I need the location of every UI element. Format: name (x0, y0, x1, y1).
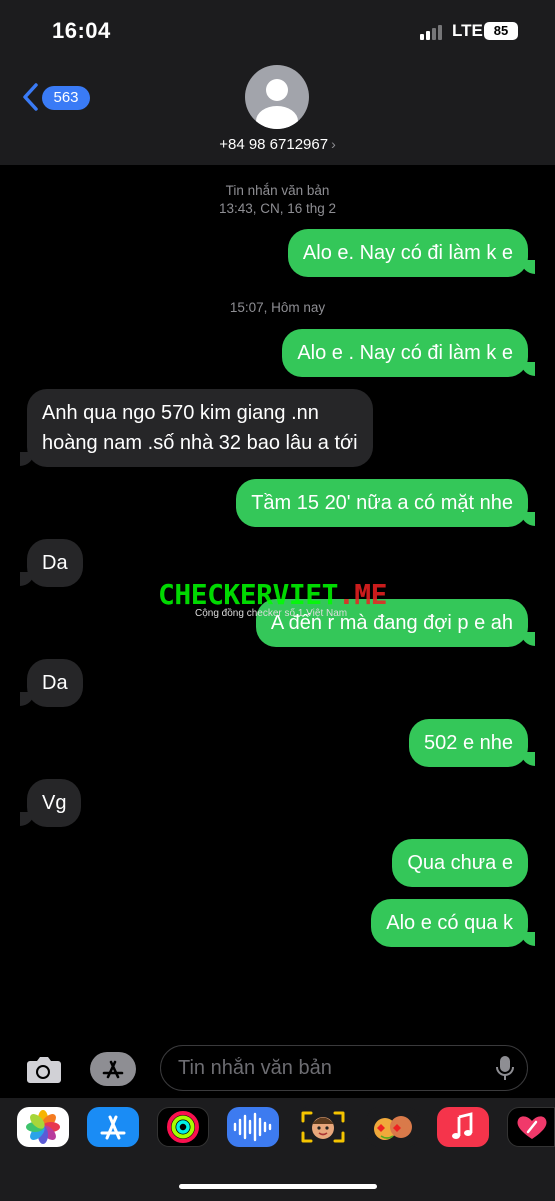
microphone-icon[interactable] (494, 1054, 516, 1082)
outgoing-message[interactable]: Alo e. Nay có đi làm k e (287, 229, 528, 277)
contact-number: +84 98 6712967 (219, 136, 329, 153)
timestamp-label: 13:43, CN, 16 thg 2 (218, 201, 337, 216)
contact-name-button[interactable]: +84 98 6712967 › (0, 136, 555, 153)
outgoing-message[interactable]: Qua chưa e (392, 839, 528, 887)
activity-app-icon[interactable] (157, 1107, 209, 1147)
waveform-icon (233, 1112, 272, 1142)
person-icon (256, 79, 298, 129)
timestamp-header-1: Tin nhắn văn bản 13:43, CN, 16 thg 2 (0, 182, 555, 218)
memoji-icon (301, 1111, 345, 1143)
photos-icon (26, 1110, 60, 1144)
battery-icon: 85 (484, 22, 518, 40)
app-store-button[interactable] (90, 1052, 136, 1086)
outgoing-message[interactable]: Alo e có qua k (371, 899, 528, 947)
memoji-app-icon[interactable] (297, 1107, 349, 1147)
incoming-message[interactable]: Vg (27, 779, 82, 827)
unread-count-badge[interactable]: 563 (42, 86, 90, 110)
message-type-label: Tin nhắn văn bản (225, 183, 330, 198)
photos-app-icon[interactable] (17, 1107, 69, 1147)
home-indicator[interactable] (179, 1184, 377, 1189)
watermark-subtitle: Cộng đồng checker số 1 Việt Nam (195, 608, 348, 619)
music-note-icon (452, 1112, 473, 1139)
activity-rings-icon (167, 1111, 199, 1143)
animoji-stickers-icon (374, 1116, 412, 1140)
app-store-a-icon (100, 1115, 126, 1140)
timestamp-header-2: 15:07, Hôm nay (229, 300, 326, 315)
outgoing-message[interactable]: Tầm 15 20' nữa a có mặt nhe (236, 479, 528, 527)
app-store-icon (102, 1060, 124, 1079)
contact-avatar[interactable] (245, 65, 309, 129)
digital-touch-app-icon[interactable] (507, 1107, 555, 1147)
status-time: 16:04 (52, 18, 111, 43)
signal-icon (420, 24, 448, 40)
back-chevron-icon[interactable] (20, 82, 42, 112)
animoji-app-icon[interactable] (367, 1107, 419, 1147)
incoming-message[interactable]: Anh qua ngo 570 kim giang .nn hoàng nam … (27, 389, 373, 467)
heart-icon (517, 1116, 547, 1139)
watermark-logo: CHECKERVIET.ME (158, 578, 388, 611)
music-app-icon[interactable] (437, 1107, 489, 1147)
camera-icon[interactable] (22, 1048, 64, 1090)
incoming-message[interactable]: Da (27, 659, 83, 707)
chevron-right-icon: › (331, 136, 336, 152)
outgoing-message[interactable]: 502 e nhe (409, 719, 528, 767)
message-input[interactable] (160, 1045, 528, 1091)
incoming-message[interactable]: Da (27, 539, 83, 587)
app-store-app-icon[interactable] (87, 1107, 139, 1147)
network-type: LTE (452, 21, 483, 40)
voice-memo-app-icon[interactable] (227, 1107, 279, 1147)
outgoing-message[interactable]: Alo e . Nay có đi làm k e (282, 329, 528, 377)
